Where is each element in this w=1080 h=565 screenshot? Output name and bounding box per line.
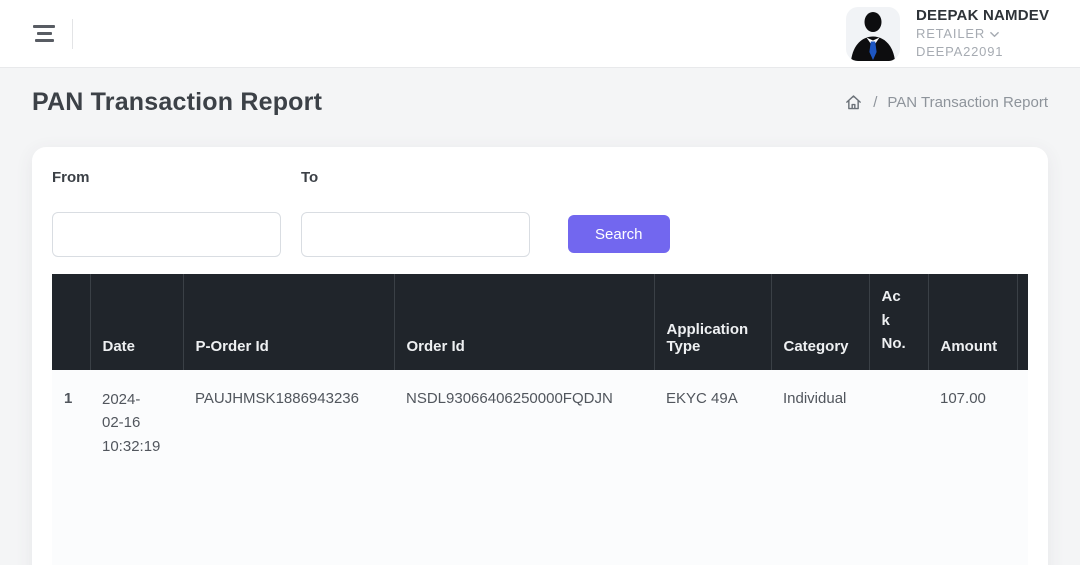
col-header-date: Date [90, 274, 183, 370]
to-field-group: To [301, 169, 530, 257]
cell-category: Individual [771, 370, 869, 485]
col-header-amount: Amount [928, 274, 1017, 370]
breadcrumb: / PAN Transaction Report [844, 93, 1048, 112]
breadcrumb-separator: / [873, 94, 877, 111]
user-info: DEEPAK NAMDEV RETAILER DEEPA22091 [916, 8, 1064, 59]
search-button[interactable]: Search [568, 215, 670, 253]
col-header-extra [1017, 274, 1028, 370]
user-id: DEEPA22091 [916, 45, 1056, 59]
page-title: PAN Transaction Report [32, 88, 322, 117]
cell-amount: 107.00 [928, 370, 1017, 485]
from-field-group: From [52, 169, 281, 257]
page-head: PAN Transaction Report / PAN Transaction… [0, 68, 1080, 117]
cell-application-type: EKYC 49A [654, 370, 771, 485]
home-icon[interactable] [844, 93, 863, 112]
col-header-application-type: Application Type [654, 274, 771, 370]
col-header-sno [52, 274, 90, 370]
from-label: From [52, 169, 281, 186]
avatar[interactable] [846, 7, 900, 61]
cell-extra [1017, 370, 1028, 485]
to-label: To [301, 169, 530, 186]
report-card: From To Search Date P-Order Id Order Id … [32, 147, 1048, 565]
user-name: DEEPAK NAMDEV [916, 8, 1056, 25]
cell-order-id: NSDL93066406250000FQDJN [394, 370, 654, 485]
transaction-table: Date P-Order Id Order Id Application Typ… [52, 274, 1028, 485]
filter-row: From To Search [52, 169, 1028, 257]
table-row: 1 2024-02-16 10:32:19 PAUJHMSK1886943236… [52, 370, 1028, 485]
breadcrumb-current: PAN Transaction Report [887, 94, 1048, 111]
user-role[interactable]: RETAILER [916, 27, 1056, 41]
to-date-input[interactable] [301, 212, 530, 257]
table-header: Date P-Order Id Order Id Application Typ… [52, 274, 1028, 370]
col-header-category: Category [771, 274, 869, 370]
user-menu[interactable]: DEEPAK NAMDEV RETAILER DEEPA22091 [846, 7, 1064, 61]
col-header-ack-no: Ack No. [869, 274, 928, 370]
cell-ack-no [869, 370, 928, 485]
cell-p-order-id: PAUJHMSK1886943236 [183, 370, 394, 485]
table-container: Date P-Order Id Order Id Application Typ… [52, 274, 1028, 565]
user-avatar-image [846, 7, 900, 61]
cell-date: 2024-02-16 10:32:19 [90, 370, 183, 485]
col-header-p-order-id: P-Order Id [183, 274, 394, 370]
user-role-label: RETAILER [916, 27, 985, 41]
cell-sno: 1 [52, 370, 90, 485]
col-header-order-id: Order Id [394, 274, 654, 370]
chevron-down-icon [990, 30, 999, 39]
menu-icon[interactable] [32, 21, 56, 46]
topbar-divider [72, 19, 73, 49]
from-date-input[interactable] [52, 212, 281, 257]
topbar: DEEPAK NAMDEV RETAILER DEEPA22091 [0, 0, 1080, 68]
